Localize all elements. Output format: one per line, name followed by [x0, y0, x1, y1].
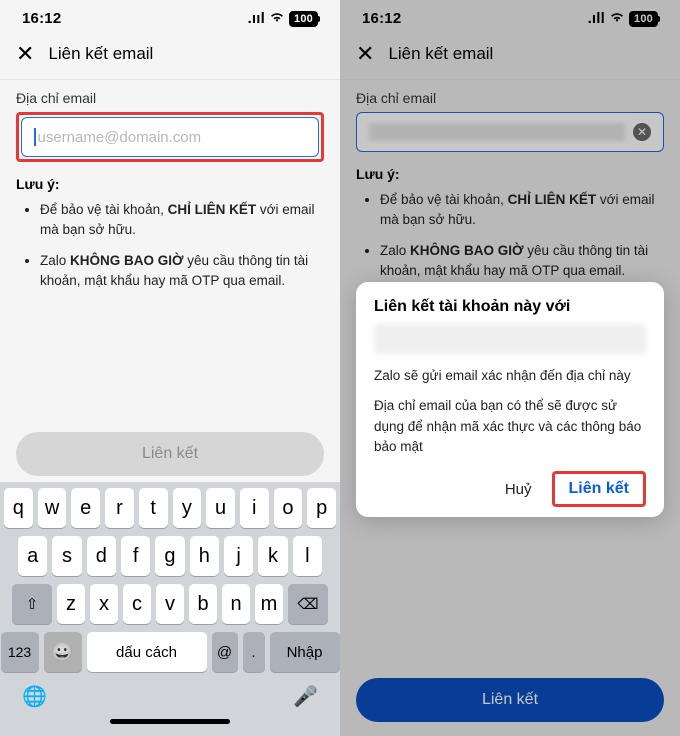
globe-icon[interactable]: 🌐: [22, 684, 47, 709]
page-title: Liên kết email: [48, 44, 153, 64]
link-button-disabled: Liên kết: [16, 432, 324, 476]
key-n[interactable]: n: [222, 584, 250, 624]
wifi-icon: [269, 10, 285, 27]
dot-key[interactable]: .: [243, 632, 265, 672]
key-h[interactable]: h: [190, 536, 219, 576]
key-z[interactable]: z: [57, 584, 85, 624]
screen-email-input: 16:12 .ııl 100 ✕ Liên kết email Địa chỉ …: [0, 0, 340, 736]
key-g[interactable]: g: [155, 536, 184, 576]
key-r[interactable]: r: [105, 488, 134, 528]
status-time: 16:12: [22, 10, 61, 27]
signal-icon: .ııl: [248, 10, 265, 27]
emoji-key[interactable]: 😀: [44, 632, 82, 672]
screen-confirm-dialog: 16:12 .ıll 100 ✕ Liên kết email Địa chỉ …: [340, 0, 680, 736]
highlight-box: username@domain.com: [16, 112, 324, 162]
close-icon[interactable]: ✕: [16, 43, 34, 65]
key-p[interactable]: p: [307, 488, 336, 528]
confirm-link-button[interactable]: Liên kết: [552, 471, 646, 507]
key-x[interactable]: x: [90, 584, 118, 624]
key-v[interactable]: v: [156, 584, 184, 624]
shift-key[interactable]: ⇧: [12, 584, 52, 624]
key-j[interactable]: j: [224, 536, 253, 576]
key-l[interactable]: l: [293, 536, 322, 576]
key-a[interactable]: a: [18, 536, 47, 576]
key-w[interactable]: w: [38, 488, 67, 528]
status-bar: 16:12 .ııl 100: [0, 0, 340, 31]
space-key[interactable]: dấu cách: [87, 632, 207, 672]
key-k[interactable]: k: [258, 536, 287, 576]
key-s[interactable]: s: [52, 536, 81, 576]
key-u[interactable]: u: [206, 488, 235, 528]
email-label: Địa chỉ email: [16, 90, 324, 106]
mic-icon[interactable]: 🎤: [293, 684, 318, 709]
backspace-key[interactable]: ⌫: [288, 584, 328, 624]
key-m[interactable]: m: [255, 584, 283, 624]
hint-item: Zalo KHÔNG BAO GIỜ yêu cầu thông tin tài…: [40, 251, 324, 292]
numbers-key[interactable]: 123: [1, 632, 39, 672]
hint-item: Để bảo vệ tài khoản, CHỈ LIÊN KẾT với em…: [40, 200, 324, 241]
key-b[interactable]: b: [189, 584, 217, 624]
home-indicator: [110, 719, 230, 724]
key-i[interactable]: i: [240, 488, 269, 528]
battery-icon: 100: [289, 11, 318, 27]
hint-title: Lưu ý:: [16, 176, 324, 192]
dialog-body: Địa chỉ email của bạn có thể sẽ được sử …: [374, 396, 646, 457]
key-q[interactable]: q: [4, 488, 33, 528]
key-t[interactable]: t: [139, 488, 168, 528]
enter-key[interactable]: Nhập: [270, 632, 340, 672]
hint-list: Để bảo vệ tài khoản, CHỈ LIÊN KẾT với em…: [16, 200, 324, 291]
dialog-title: Liên kết tài khoản này với: [374, 298, 646, 316]
key-y[interactable]: y: [173, 488, 202, 528]
email-input[interactable]: username@domain.com: [21, 117, 319, 157]
header: ✕ Liên kết email: [0, 31, 340, 79]
key-c[interactable]: c: [123, 584, 151, 624]
text-cursor: [34, 128, 36, 146]
at-key[interactable]: @: [212, 632, 238, 672]
key-f[interactable]: f: [121, 536, 150, 576]
dialog-body: Zalo sẽ gửi email xác nhận đến địa chỉ n…: [374, 366, 646, 386]
key-e[interactable]: e: [71, 488, 100, 528]
redacted-email: [374, 324, 646, 354]
cancel-button[interactable]: Huỷ: [495, 475, 542, 504]
key-d[interactable]: d: [87, 536, 116, 576]
key-o[interactable]: o: [274, 488, 303, 528]
confirm-dialog: Liên kết tài khoản này với Zalo sẽ gửi e…: [356, 282, 664, 517]
email-placeholder: username@domain.com: [38, 129, 307, 146]
keyboard: qwertyuiop asdfghjkl ⇧ zxcvbnm ⌫ 123 😀 d…: [0, 482, 340, 736]
